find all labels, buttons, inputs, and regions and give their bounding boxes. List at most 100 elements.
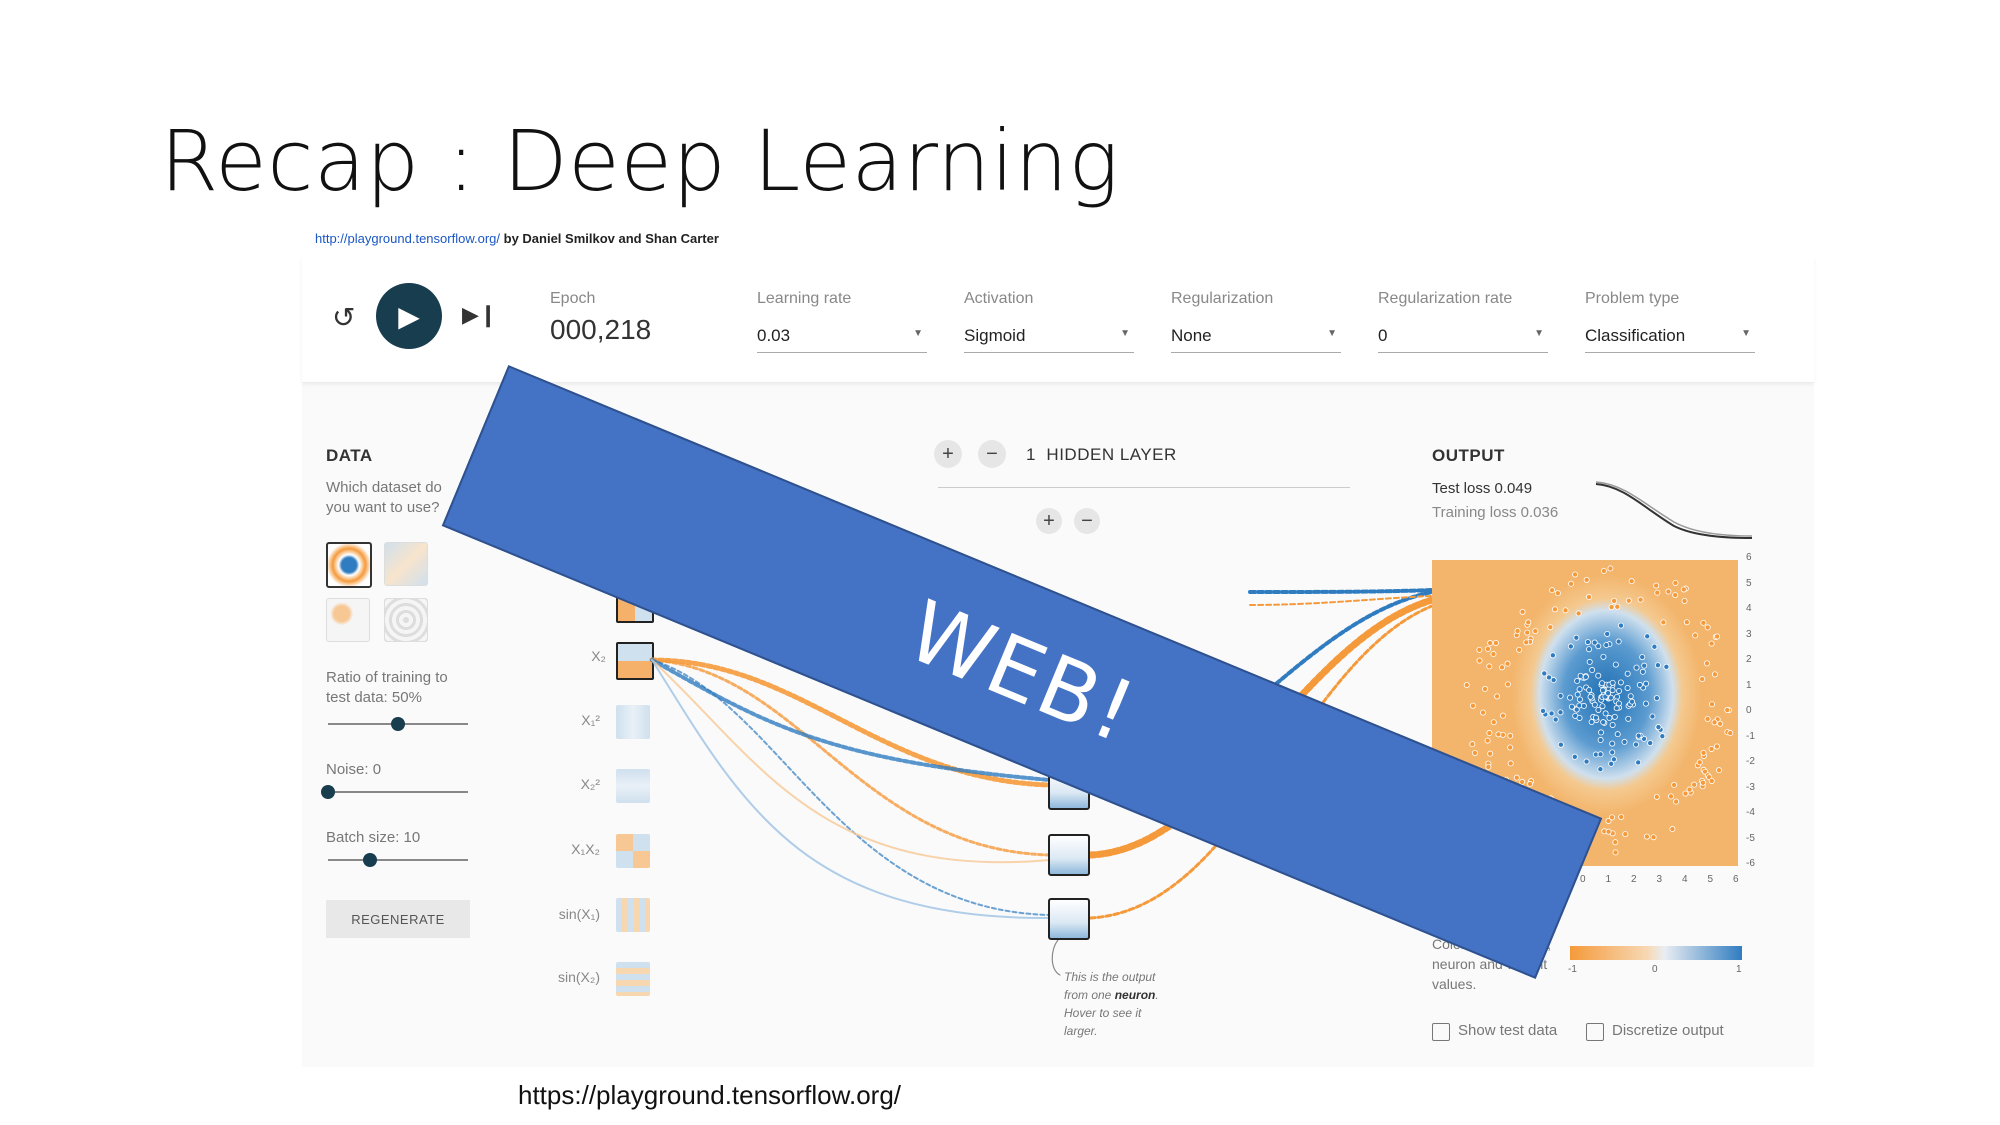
y-tick-label: -5 xyxy=(1746,832,1755,844)
data-point xyxy=(1486,663,1493,670)
footer-url[interactable]: https://playground.tensorflow.org/ xyxy=(518,1080,901,1111)
y-tick-label: 3 xyxy=(1746,628,1752,640)
data-point xyxy=(1708,640,1715,647)
data-point xyxy=(1546,674,1553,681)
data-point xyxy=(1700,619,1707,626)
data-point xyxy=(1696,759,1703,766)
data-point xyxy=(1507,760,1514,767)
data-point xyxy=(1618,813,1625,820)
data-point xyxy=(1525,619,1532,626)
data-point xyxy=(1495,731,1502,738)
x-tick-label: 6 xyxy=(1733,874,1739,885)
data-point xyxy=(1639,668,1646,675)
data-point xyxy=(1612,661,1619,668)
data-point xyxy=(1610,756,1617,763)
data-point xyxy=(1476,646,1483,653)
y-axis-ticks: 6 5 4 3 2 1 0 -1 -2 -3 -4 -5 -6 xyxy=(1746,552,1766,872)
data-point xyxy=(1575,610,1582,617)
data-point xyxy=(1599,687,1606,694)
data-point xyxy=(1567,694,1574,701)
remove-layer-button[interactable]: − xyxy=(978,440,1006,468)
data-point xyxy=(1597,737,1604,744)
data-point xyxy=(1577,672,1584,679)
data-point xyxy=(1524,629,1531,636)
x-tick-label: 5 xyxy=(1707,874,1714,885)
data-point xyxy=(1504,660,1511,667)
data-point xyxy=(1714,633,1721,640)
data-point xyxy=(1641,662,1648,669)
hidden-layer-label: HIDDEN LAYER xyxy=(1046,445,1177,464)
data-point xyxy=(1595,643,1602,650)
data-point xyxy=(1469,741,1476,748)
data-point xyxy=(1605,828,1612,835)
legend-max: 1 xyxy=(1736,964,1742,975)
x-tick-label: 1 xyxy=(1605,874,1612,885)
data-point xyxy=(1547,624,1554,631)
data-point xyxy=(1616,687,1623,694)
color-legend-bar xyxy=(1570,946,1742,960)
data-point xyxy=(1672,579,1679,586)
data-point xyxy=(1572,571,1579,578)
data-point xyxy=(1562,607,1569,614)
data-point xyxy=(1568,703,1575,710)
data-point xyxy=(1480,709,1487,716)
legend-min: -1 xyxy=(1568,964,1577,975)
data-point xyxy=(1490,719,1497,726)
data-point xyxy=(1599,703,1606,710)
add-layer-button[interactable]: + xyxy=(934,440,962,468)
data-point xyxy=(1602,710,1609,717)
x-tick-label: 4 xyxy=(1682,874,1688,885)
data-point xyxy=(1607,565,1614,572)
data-point xyxy=(1724,707,1731,714)
data-point xyxy=(1681,597,1688,604)
data-point xyxy=(1476,657,1483,664)
test-loss: Test loss 0.049 xyxy=(1432,480,1533,497)
add-neuron-button[interactable]: + xyxy=(1036,508,1062,534)
data-point xyxy=(1514,627,1521,634)
data-point xyxy=(1549,652,1556,659)
neuron[interactable] xyxy=(1048,898,1090,940)
data-point xyxy=(1574,691,1581,698)
data-point xyxy=(1644,633,1651,640)
data-point xyxy=(1494,693,1501,700)
data-point xyxy=(1660,619,1667,626)
data-point xyxy=(1711,719,1718,726)
neuron[interactable] xyxy=(1048,834,1090,876)
data-point xyxy=(1704,624,1711,631)
data-point xyxy=(1642,700,1649,707)
data-point xyxy=(1691,781,1698,788)
data-point xyxy=(1490,651,1497,658)
show-test-data-checkbox[interactable] xyxy=(1432,1023,1450,1041)
discretize-output-label: Discretize output xyxy=(1612,1022,1724,1039)
data-point xyxy=(1587,693,1594,700)
data-point xyxy=(1557,741,1564,748)
data-point xyxy=(1708,777,1715,784)
y-tick-label: 0 xyxy=(1746,705,1752,716)
data-point xyxy=(1484,645,1491,652)
discretize-output-checkbox[interactable] xyxy=(1586,1023,1604,1041)
data-point xyxy=(1704,715,1711,722)
data-point xyxy=(1487,750,1494,757)
data-point xyxy=(1699,779,1706,786)
data-point xyxy=(1576,686,1583,693)
data-point xyxy=(1625,715,1632,722)
data-point xyxy=(1600,719,1607,726)
data-point xyxy=(1557,709,1564,716)
data-point xyxy=(1499,712,1506,719)
data-point xyxy=(1598,729,1605,736)
y-tick-label: 6 xyxy=(1746,552,1752,563)
data-point xyxy=(1653,695,1660,702)
data-point xyxy=(1551,606,1558,613)
data-point xyxy=(1492,639,1499,646)
minus-icon: − xyxy=(1081,509,1093,532)
data-point xyxy=(1609,679,1616,686)
data-point xyxy=(1650,834,1657,841)
data-point xyxy=(1643,680,1650,687)
data-point xyxy=(1668,793,1675,800)
data-point xyxy=(1713,743,1720,750)
data-point xyxy=(1603,642,1610,649)
remove-neuron-button[interactable]: − xyxy=(1074,508,1100,534)
data-point xyxy=(1568,580,1575,587)
data-point xyxy=(1633,741,1640,748)
y-tick-label: -3 xyxy=(1746,781,1755,793)
